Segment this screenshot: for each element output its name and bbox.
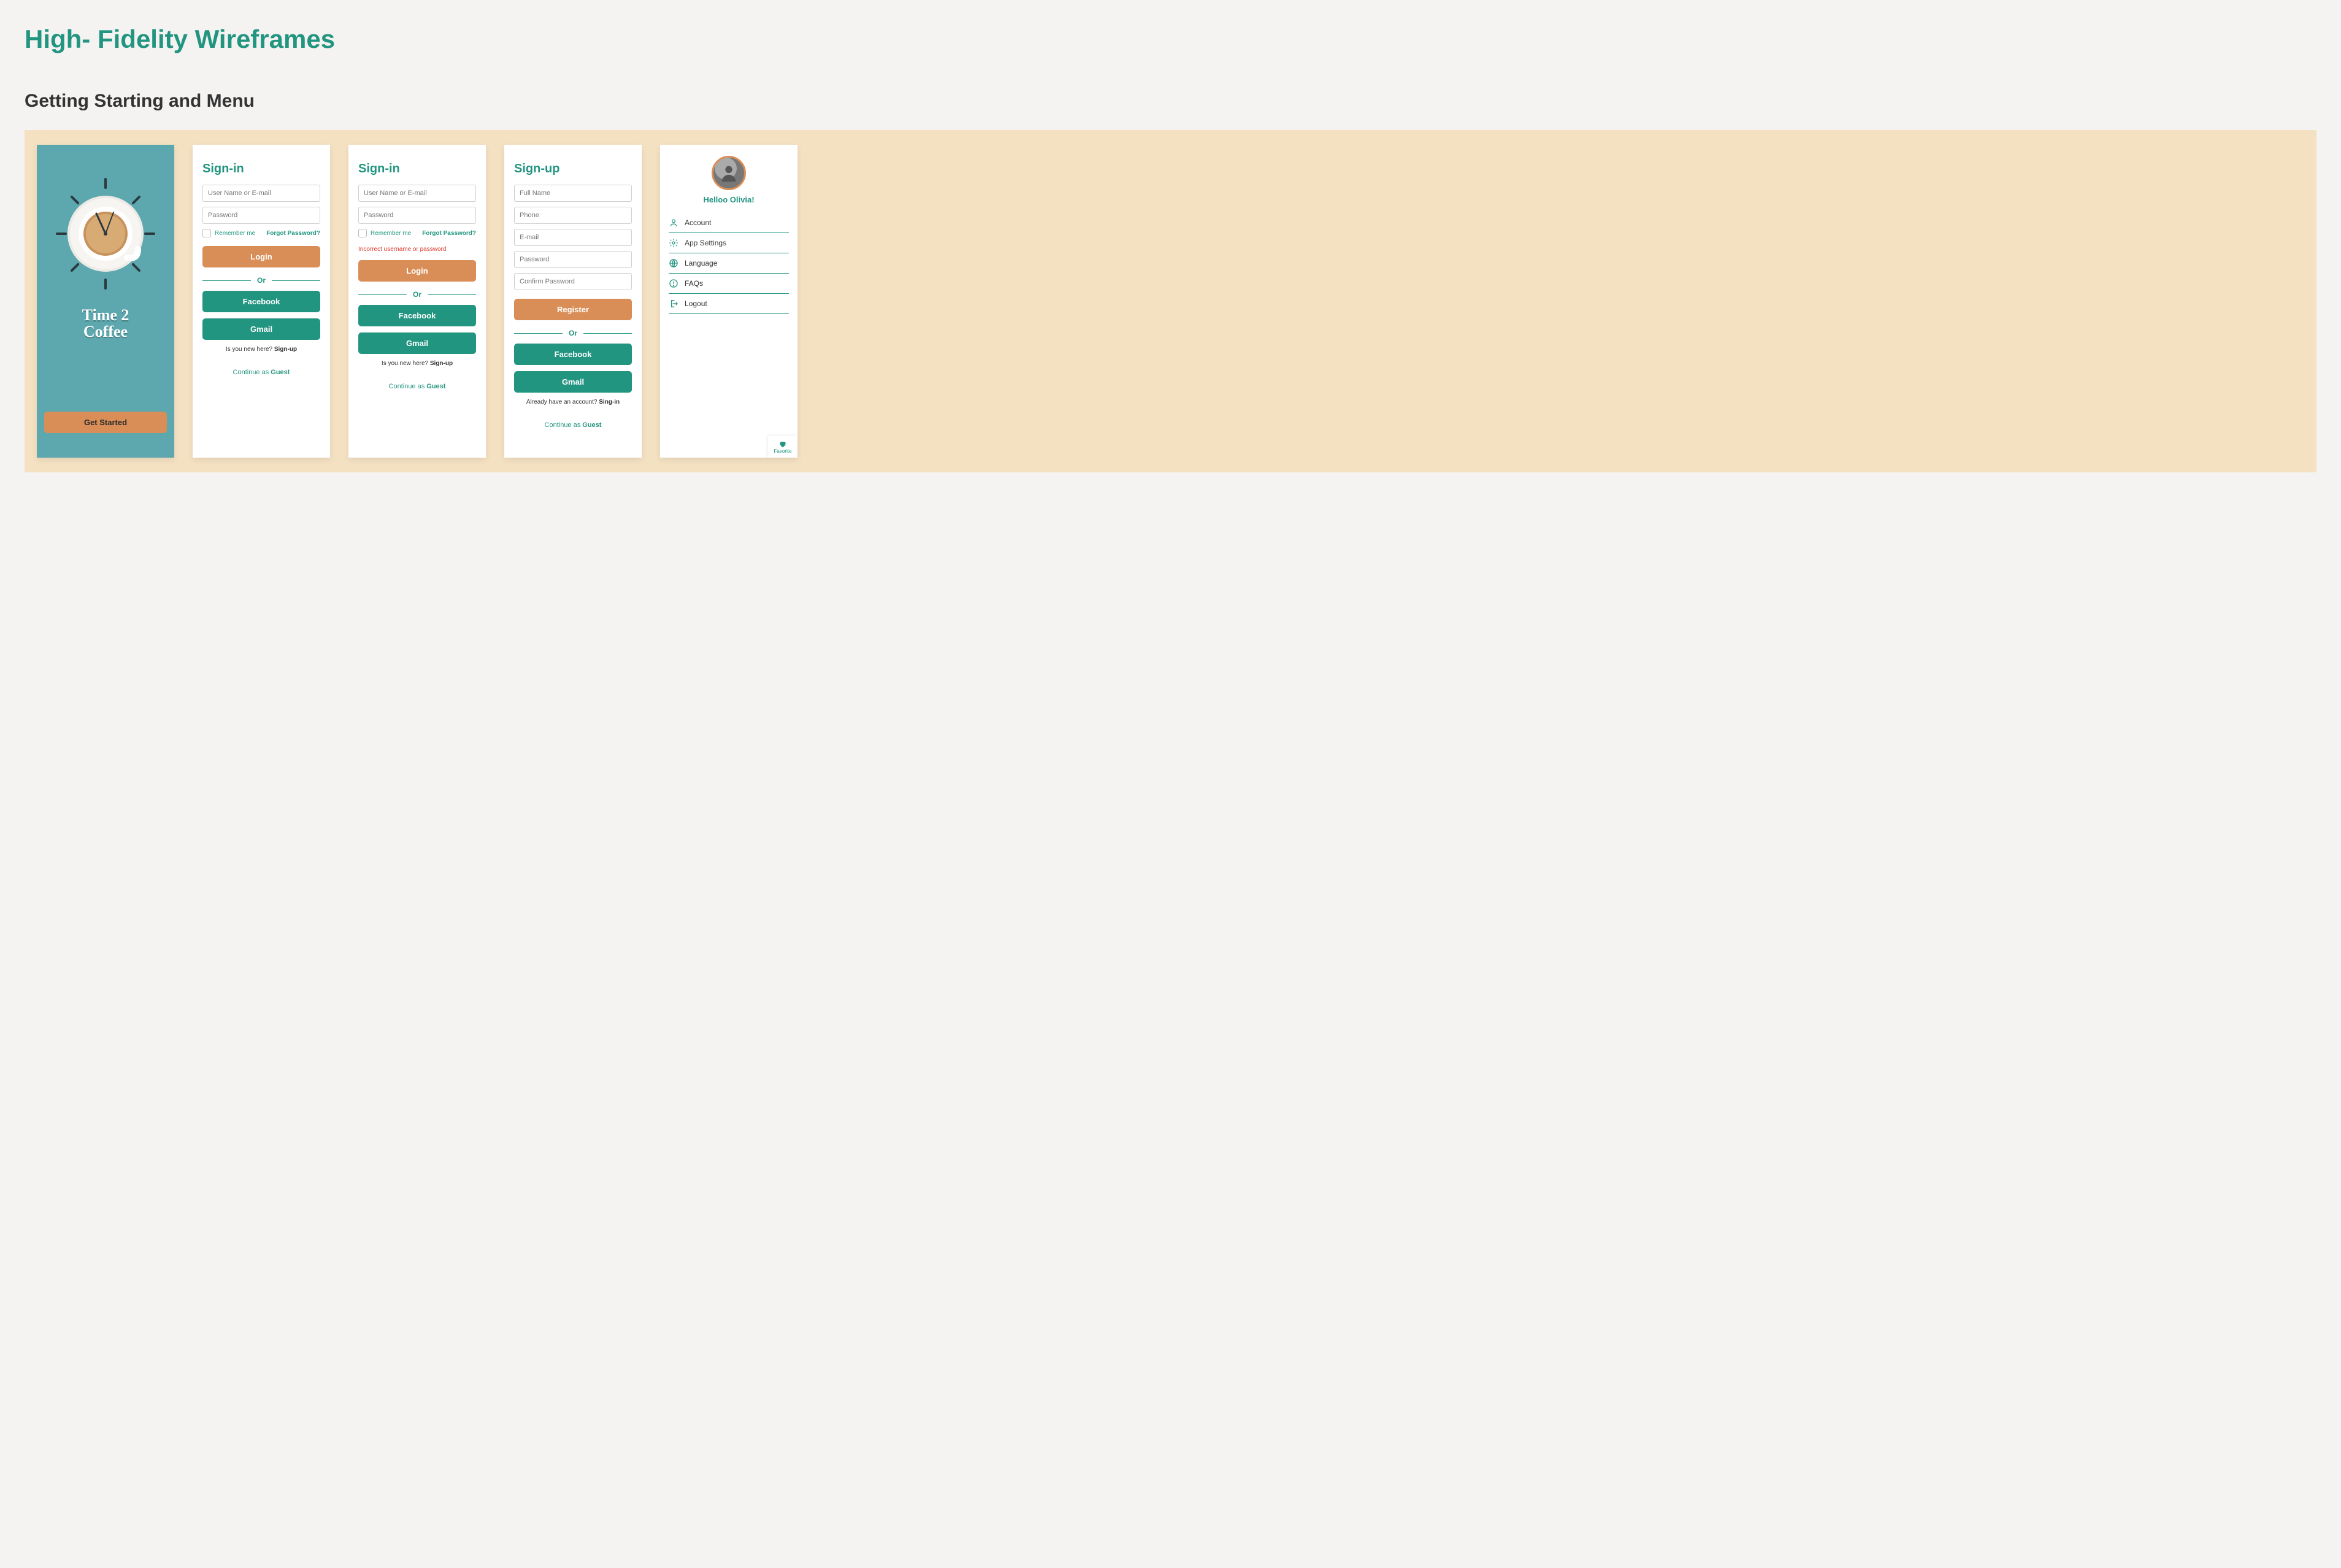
password-input[interactable] [514, 251, 632, 268]
facebook-button[interactable]: Facebook [358, 305, 476, 326]
or-divider: Or [514, 329, 632, 337]
new-here-text: Is you new here? Sign-up [358, 360, 476, 367]
gmail-button[interactable]: Gmail [202, 318, 320, 340]
avatar[interactable] [712, 156, 746, 190]
screen-signup: Sign-up Register Or Facebook Gmail Alrea… [504, 145, 642, 458]
faqs-icon [669, 279, 678, 288]
language-icon [669, 258, 678, 268]
signin-link[interactable]: Sing-in [599, 399, 620, 405]
logout-icon [669, 299, 678, 309]
already-account-text: Already have an account? Sing-in [514, 399, 632, 405]
menu-item-faqs[interactable]: FAQs [669, 274, 789, 294]
brand-title: Time 2 Coffee [82, 307, 129, 340]
account-icon [669, 218, 678, 228]
section-title: Getting Starting and Menu [25, 91, 2316, 112]
menu-item-label: Account [685, 218, 711, 227]
signup-link[interactable]: Sign-up [274, 346, 297, 353]
menu-item-logout[interactable]: Logout [669, 294, 789, 314]
menu-item-label: App Settings [685, 239, 726, 247]
gmail-button[interactable]: Gmail [514, 371, 632, 393]
new-here-text: Is you new here? Sign-up [202, 346, 320, 353]
favorite-label: Favorite [774, 448, 792, 454]
phone-input[interactable] [514, 207, 632, 224]
forgot-password-link[interactable]: Forgot Password? [422, 230, 476, 237]
splash-logo: Time 2 Coffee [53, 175, 158, 340]
menu-item-app-settings[interactable]: App Settings [669, 233, 789, 253]
remember-me-checkbox[interactable]: Remember me [358, 229, 411, 237]
screen-menu: Helloo Olivia! Account App Settings [660, 145, 798, 458]
or-divider: Or [358, 290, 476, 299]
screen-splash: Time 2 Coffee Get Started [37, 145, 174, 458]
login-button[interactable]: Login [202, 246, 320, 267]
login-button[interactable]: Login [358, 260, 476, 282]
password-input[interactable] [358, 207, 476, 224]
username-input[interactable] [202, 185, 320, 202]
facebook-button[interactable]: Facebook [202, 291, 320, 312]
screen-signin: Sign-in Remember me Forgot Password? Log… [193, 145, 330, 458]
heart-icon [778, 440, 787, 448]
menu-item-label: FAQs [685, 279, 703, 288]
continue-as-guest-link[interactable]: Continue as Guest [514, 421, 632, 429]
remember-me-checkbox[interactable]: Remember me [202, 229, 255, 237]
email-input[interactable] [514, 229, 632, 246]
signup-link[interactable]: Sign-up [430, 360, 453, 367]
remember-me-label: Remember me [371, 230, 411, 237]
password-input[interactable] [202, 207, 320, 224]
gmail-button[interactable]: Gmail [358, 332, 476, 354]
menu-item-language[interactable]: Language [669, 253, 789, 274]
or-divider: Or [202, 276, 320, 285]
continue-as-guest-link[interactable]: Continue as Guest [358, 383, 476, 390]
signup-heading: Sign-up [514, 162, 632, 176]
menu-item-account[interactable]: Account [669, 213, 789, 233]
coffee-clock-icon [53, 175, 158, 292]
screen-signin-error: Sign-in Remember me Forgot Password? Inc… [348, 145, 486, 458]
menu-item-label: Language [685, 259, 717, 267]
get-started-button[interactable]: Get Started [44, 412, 167, 433]
register-button[interactable]: Register [514, 299, 632, 320]
username-input[interactable] [358, 185, 476, 202]
error-message: Incorrect username or password [358, 246, 476, 253]
menu-item-label: Logout [685, 299, 707, 308]
avatar-placeholder-icon [718, 163, 739, 183]
signin-heading: Sign-in [202, 162, 320, 176]
settings-icon [669, 238, 678, 248]
favorite-tab[interactable]: Favorite [768, 436, 798, 458]
facebook-button[interactable]: Facebook [514, 344, 632, 365]
confirm-password-input[interactable] [514, 273, 632, 290]
wireframe-board: Time 2 Coffee Get Started Sign-in Rememb… [25, 130, 2316, 472]
signin-heading: Sign-in [358, 162, 476, 176]
greeting-text: Helloo Olivia! [703, 195, 754, 204]
fullname-input[interactable] [514, 185, 632, 202]
remember-me-label: Remember me [215, 230, 255, 237]
page-title: High- Fidelity Wireframes [25, 25, 2316, 54]
continue-as-guest-link[interactable]: Continue as Guest [202, 369, 320, 376]
forgot-password-link[interactable]: Forgot Password? [266, 230, 320, 237]
